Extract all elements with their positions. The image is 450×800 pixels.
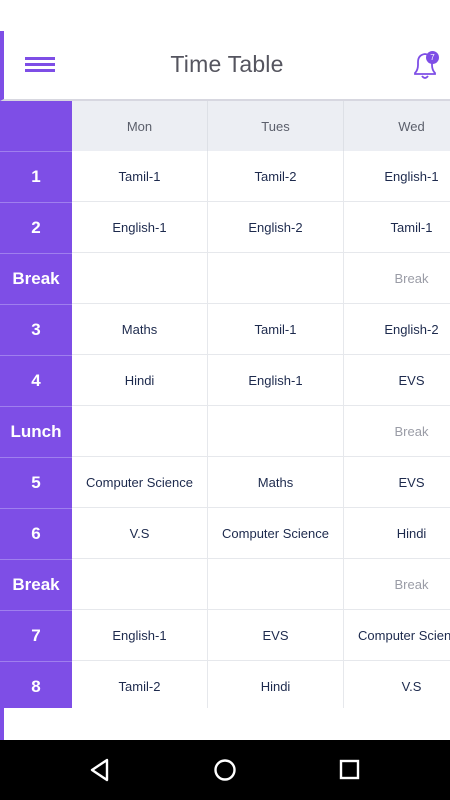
nav-recents-icon[interactable] [335, 755, 365, 785]
timetable-cell[interactable]: EVS [208, 610, 344, 661]
period-label: Break [0, 253, 72, 304]
period-number: 1 [0, 151, 72, 202]
timetable-cell[interactable]: English-1 [344, 151, 450, 202]
notification-bell-button[interactable]: 7 [408, 49, 444, 83]
period-label: Lunch [0, 406, 72, 457]
timetable-cell[interactable]: EVS [344, 457, 450, 508]
timetable-cell[interactable]: EVS [344, 355, 450, 406]
nav-back-icon[interactable] [85, 755, 115, 785]
android-nav-bar [0, 740, 450, 800]
period-label: Break [0, 559, 72, 610]
timetable-cell[interactable]: Hindi [72, 355, 208, 406]
period-number: 3 [0, 304, 72, 355]
timetable-cell[interactable]: Tamil-2 [208, 151, 344, 202]
timetable-cell[interactable] [208, 559, 344, 610]
timetable-cell[interactable] [72, 559, 208, 610]
timetable-cell[interactable]: Break [344, 559, 450, 610]
timetable-cell[interactable]: Maths [72, 304, 208, 355]
timetable-cell[interactable] [208, 406, 344, 457]
period-number: 8 [0, 661, 72, 708]
period-number: 4 [0, 355, 72, 406]
timetable-cell[interactable] [72, 406, 208, 457]
day-header-1: Tues [208, 101, 344, 151]
timetable-cell[interactable]: Tamil-1 [208, 304, 344, 355]
timetable-cell[interactable]: Break [344, 406, 450, 457]
notification-badge: 7 [426, 51, 439, 64]
day-header-2: Wed [344, 101, 450, 151]
timetable-cell[interactable]: Tamil-2 [72, 661, 208, 708]
timetable-cell[interactable]: English-2 [344, 304, 450, 355]
timetable-cell[interactable]: V.S [344, 661, 450, 708]
app-bar: Time Table 7 [0, 31, 450, 101]
timetable-cell[interactable]: English-2 [208, 202, 344, 253]
timetable-cell[interactable]: V.S [72, 508, 208, 559]
timetable-grid: Mon Tues Wed 1 Tamil-1 Tamil-2 English-1 2 Engli… [0, 101, 450, 708]
period-number: 2 [0, 202, 72, 253]
day-header-0: Mon [72, 101, 208, 151]
grid-corner [0, 101, 72, 151]
period-number: 7 [0, 610, 72, 661]
timetable-cell[interactable]: Tamil-1 [344, 202, 450, 253]
bottom-strip [0, 708, 450, 740]
timetable-cell[interactable]: Break [344, 253, 450, 304]
timetable-cell[interactable]: English-1 [72, 202, 208, 253]
period-number: 5 [0, 457, 72, 508]
page-title: Time Table [170, 51, 284, 77]
timetable-cell[interactable]: Tamil-1 [72, 151, 208, 202]
timetable-cell[interactable]: Computer Science [344, 610, 450, 661]
nav-home-icon[interactable] [210, 755, 240, 785]
timetable-cell[interactable]: Hindi [208, 661, 344, 708]
timetable-cell[interactable]: English-1 [208, 355, 344, 406]
timetable-cell[interactable]: Computer Science [72, 457, 208, 508]
timetable-cell[interactable]: Maths [208, 457, 344, 508]
timetable-cell[interactable]: English-1 [72, 610, 208, 661]
timetable-cell[interactable] [208, 253, 344, 304]
timetable-cell[interactable]: Hindi [344, 508, 450, 559]
period-number: 6 [0, 508, 72, 559]
timetable-cell[interactable] [72, 253, 208, 304]
timetable-cell[interactable]: Computer Science [208, 508, 344, 559]
status-bar [0, 0, 450, 31]
